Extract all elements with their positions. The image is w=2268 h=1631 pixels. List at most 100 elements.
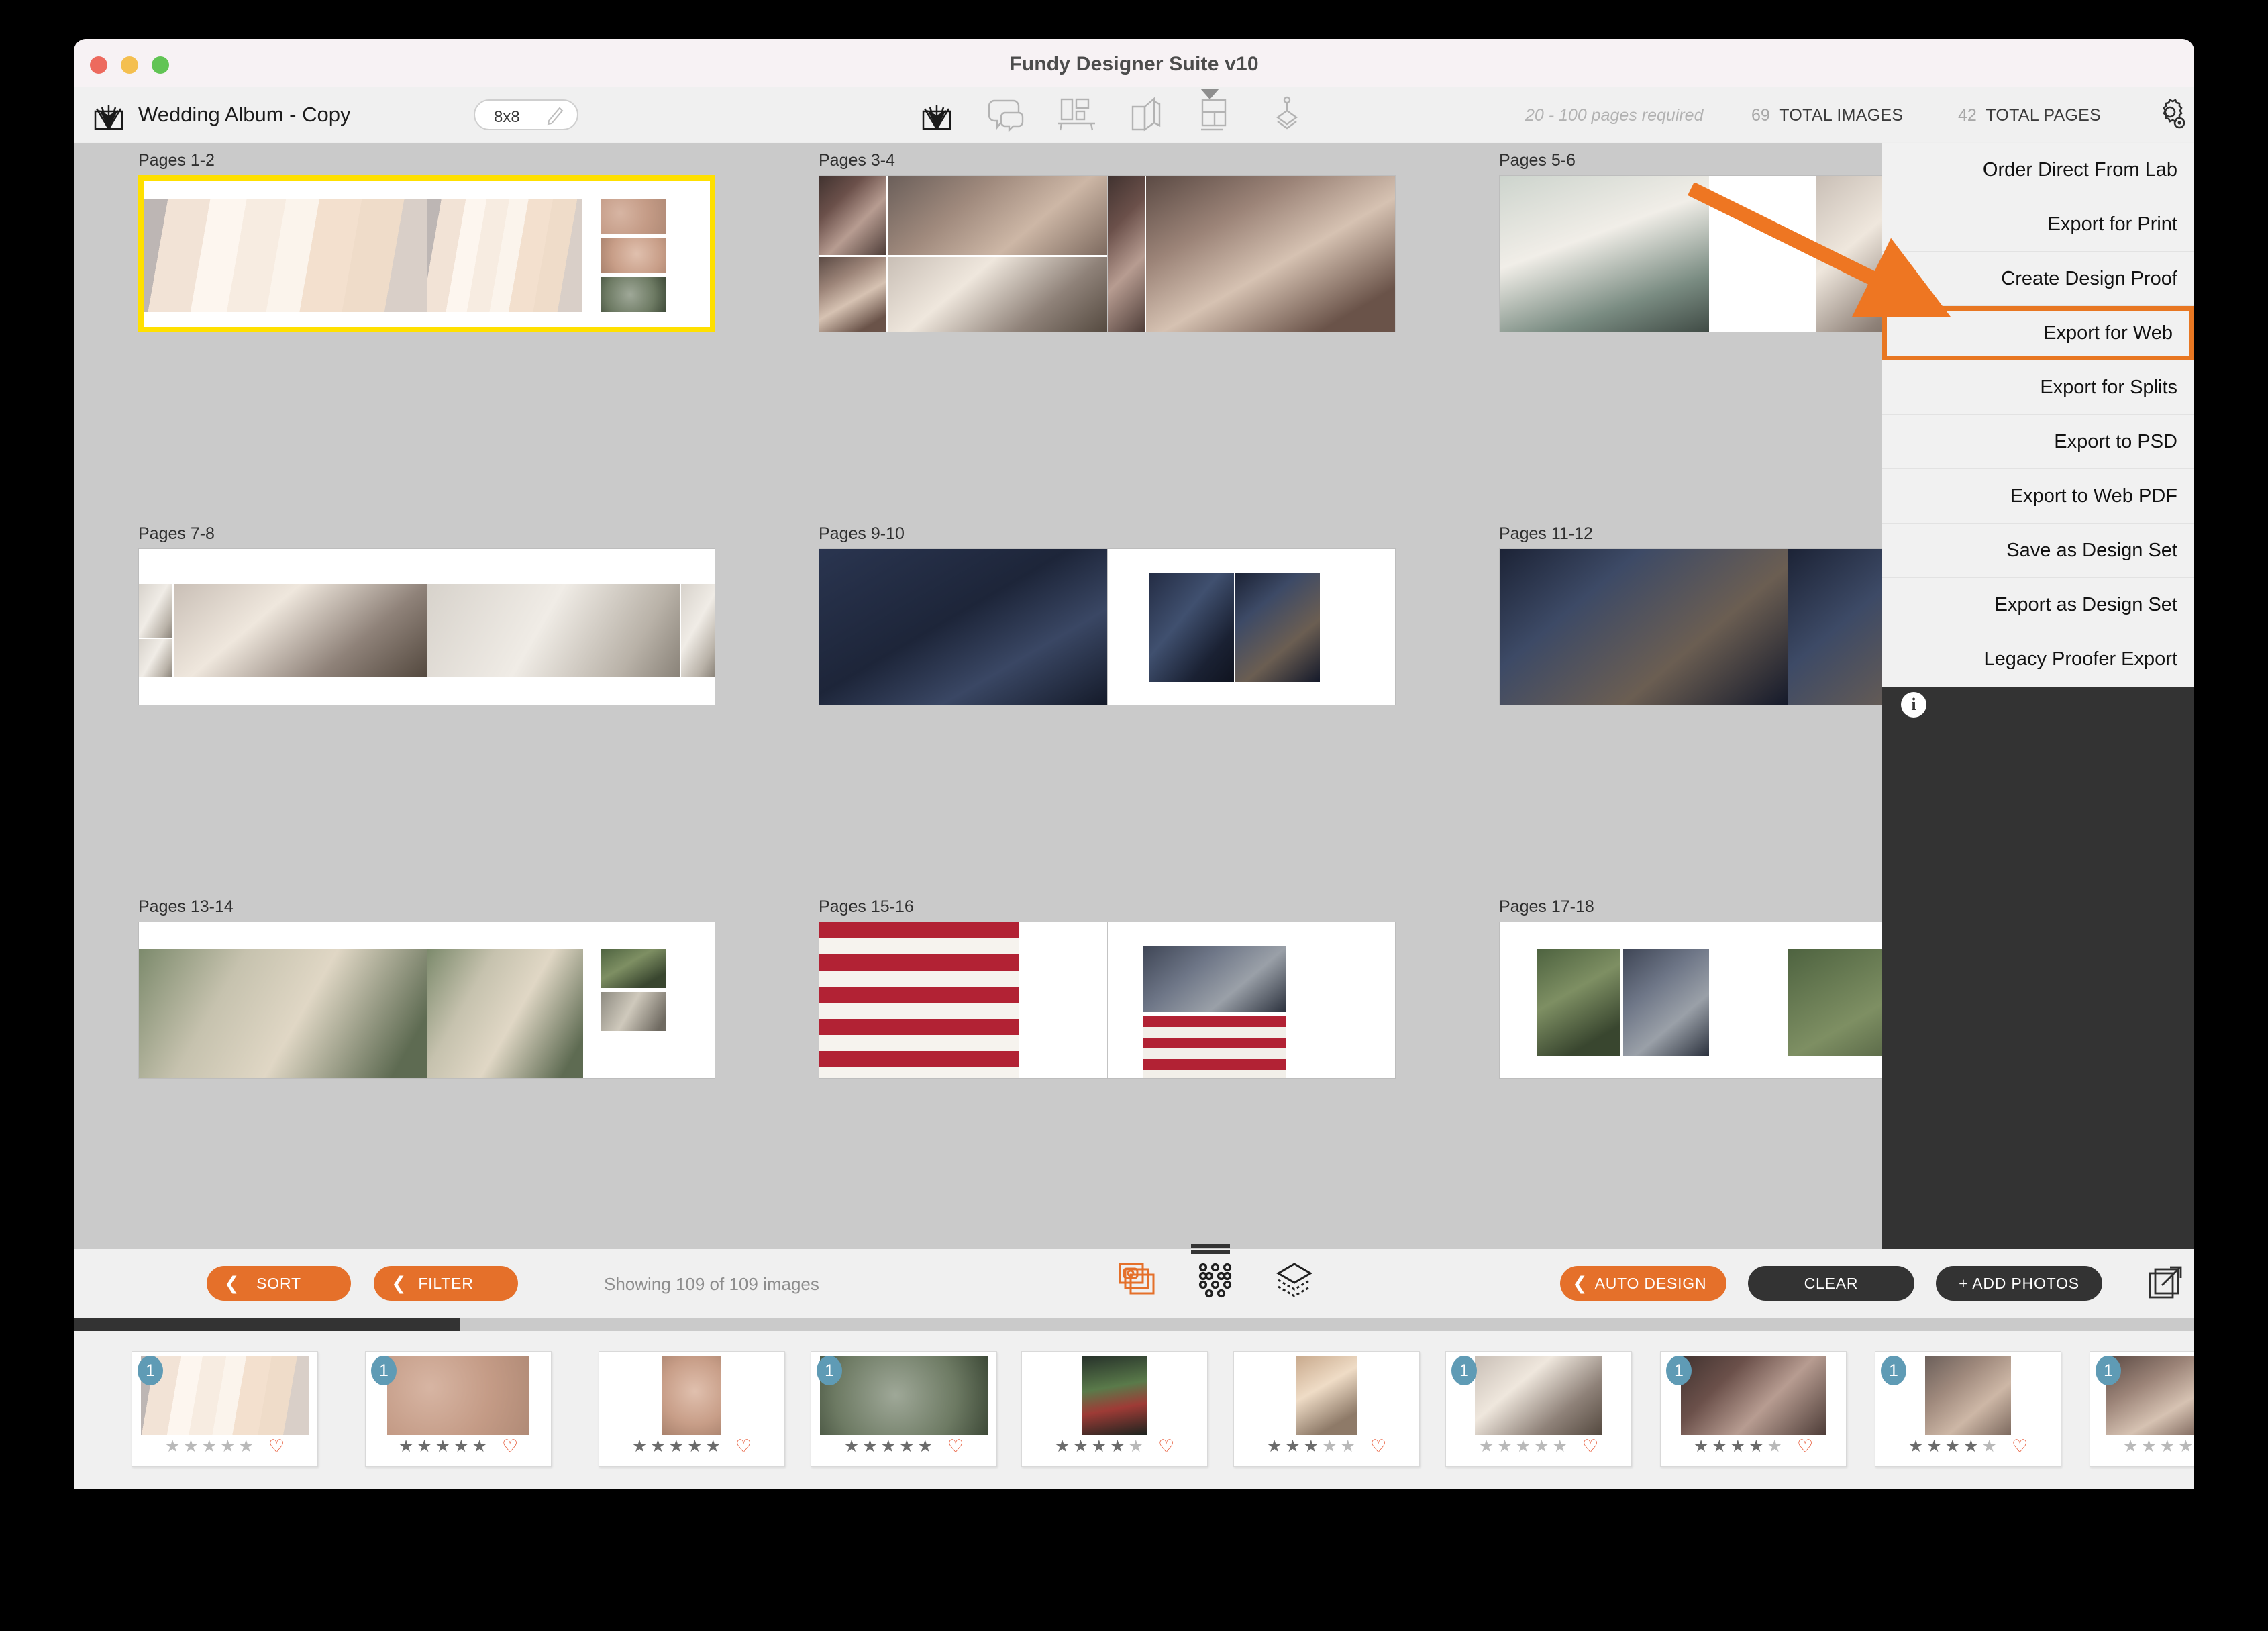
auto-design-button[interactable]: ❮ AUTO DESIGN — [1560, 1266, 1726, 1301]
favorite-heart-icon[interactable]: ♡ — [1582, 1438, 1598, 1456]
page-right[interactable] — [1107, 176, 1395, 332]
star-icon[interactable]: ★ — [650, 1438, 665, 1455]
filmstrip-thumbnail[interactable]: 1 ★ ★ ★ ★ ★ ♡ — [1445, 1351, 1632, 1467]
spread-body[interactable] — [138, 175, 715, 332]
star-icon[interactable]: ★ — [844, 1438, 859, 1455]
thumbnail-image[interactable] — [1082, 1356, 1147, 1435]
photo-cell[interactable] — [139, 949, 427, 1078]
page-left[interactable] — [1500, 549, 1788, 705]
star-rating[interactable]: ★ ★ ★ ★ ★ — [844, 1438, 933, 1455]
favorite-heart-icon[interactable]: ♡ — [1158, 1438, 1174, 1456]
photo-cell[interactable] — [144, 199, 427, 312]
photo-stack-icon[interactable] — [1117, 1261, 1155, 1299]
thumbnail-image[interactable] — [387, 1356, 529, 1435]
scrollbar-thumb[interactable] — [74, 1318, 460, 1331]
star-icon[interactable]: ★ — [417, 1438, 431, 1455]
thumbnail-image[interactable] — [141, 1356, 309, 1435]
wall-art-tool-button[interactable] — [1055, 94, 1097, 136]
spread-pages-7-8[interactable]: Pages 7-8 — [138, 524, 715, 705]
star-icon[interactable]: ★ — [918, 1438, 933, 1455]
thumbnail-image[interactable] — [662, 1356, 721, 1435]
photo-cell[interactable] — [1500, 176, 1709, 332]
photo-cell[interactable] — [601, 992, 666, 1031]
star-icon[interactable]: ★ — [220, 1438, 235, 1455]
menu-item-export-for-web[interactable]: Export for Web — [1882, 306, 2194, 360]
star-icon[interactable]: ★ — [1055, 1438, 1070, 1455]
thumbnail-image[interactable] — [820, 1356, 988, 1435]
layers-icon[interactable] — [1276, 1261, 1313, 1299]
star-icon[interactable]: ★ — [1749, 1438, 1763, 1455]
photo-cell[interactable] — [427, 199, 582, 312]
page-left[interactable] — [139, 922, 427, 1078]
star-icon[interactable]: ★ — [1712, 1438, 1726, 1455]
photo-filmstrip[interactable]: 1 ★ ★ ★ ★ ★ ♡ 1 ★ ★ ★ ★ ★ ♡ ★ ★ ★ ★ ★ ♡ … — [74, 1331, 2194, 1489]
favorite-heart-icon[interactable]: ♡ — [502, 1438, 518, 1456]
page-left[interactable] — [819, 922, 1107, 1078]
filter-button[interactable]: ❮ FILTER — [374, 1266, 518, 1301]
page-left[interactable] — [1500, 922, 1788, 1078]
star-icon[interactable]: ★ — [1110, 1438, 1125, 1455]
menu-item-export-to-psd[interactable]: Export to PSD — [1882, 415, 2194, 469]
star-icon[interactable]: ★ — [2160, 1438, 2175, 1455]
spread-pages-13-14[interactable]: Pages 13-14 — [138, 897, 715, 1079]
photo-cell[interactable] — [888, 257, 1107, 332]
menu-item-export-to-web-pdf[interactable]: Export to Web PDF — [1882, 469, 2194, 524]
star-icon[interactable]: ★ — [706, 1438, 721, 1455]
photo-cell[interactable] — [819, 549, 1107, 705]
menu-item-save-as-design-set[interactable]: Save as Design Set — [1882, 524, 2194, 578]
star-rating[interactable]: ★ ★ ★ ★ ★ — [1055, 1438, 1143, 1455]
star-rating[interactable]: ★ ★ ★ ★ ★ — [1908, 1438, 1997, 1455]
photo-cell[interactable] — [681, 584, 715, 677]
photo-cell[interactable] — [601, 238, 666, 273]
star-rating[interactable]: ★ ★ ★ ★ ★ — [2123, 1438, 2194, 1455]
star-icon[interactable]: ★ — [687, 1438, 702, 1455]
star-icon[interactable]: ★ — [1073, 1438, 1088, 1455]
photo-cell[interactable] — [427, 584, 680, 677]
star-icon[interactable]: ★ — [1285, 1438, 1300, 1455]
favorite-heart-icon[interactable]: ♡ — [2012, 1438, 2028, 1456]
menu-item-legacy-proofer-export[interactable]: Legacy Proofer Export — [1882, 632, 2194, 687]
star-icon[interactable]: ★ — [1304, 1438, 1319, 1455]
star-icon[interactable]: ★ — [239, 1438, 254, 1455]
spread-body[interactable] — [138, 548, 715, 705]
photo-cell[interactable] — [139, 584, 172, 638]
press-tool-button[interactable] — [1265, 94, 1306, 136]
export-dropdown-menu[interactable]: Order Direct From Lab Export for Print C… — [1882, 143, 2194, 687]
dots-grid-icon[interactable] — [1196, 1261, 1234, 1299]
clear-button[interactable]: CLEAR — [1748, 1266, 1914, 1301]
spread-pages-15-16[interactable]: Pages 15-16 — [819, 897, 1396, 1079]
photo-cell[interactable] — [1146, 176, 1395, 332]
star-icon[interactable]: ★ — [472, 1438, 487, 1455]
star-icon[interactable]: ★ — [1963, 1438, 1978, 1455]
thumbnail-image[interactable] — [1296, 1356, 1357, 1435]
photo-cell[interactable] — [888, 176, 1107, 255]
photo-cell[interactable] — [819, 257, 886, 332]
photo-cell[interactable] — [819, 176, 886, 255]
thumbnail-image[interactable] — [1475, 1356, 1602, 1435]
photo-cell[interactable] — [1108, 176, 1145, 332]
star-icon[interactable]: ★ — [881, 1438, 896, 1455]
photo-cell[interactable] — [601, 277, 666, 312]
page-left[interactable] — [819, 176, 1107, 332]
star-icon[interactable]: ★ — [1731, 1438, 1745, 1455]
star-icon[interactable]: ★ — [2141, 1438, 2156, 1455]
star-icon[interactable]: ★ — [669, 1438, 684, 1455]
photo-cell[interactable] — [1500, 549, 1788, 705]
page-left[interactable] — [1500, 176, 1788, 332]
photo-cell[interactable] — [174, 584, 427, 677]
panel-drag-handle[interactable] — [1191, 1244, 1230, 1254]
filmstrip-thumbnail[interactable]: 1 ★ ★ ★ ★ ★ ♡ — [1875, 1351, 2061, 1467]
menu-item-create-design-proof[interactable]: Create Design Proof — [1882, 252, 2194, 306]
star-icon[interactable]: ★ — [1497, 1438, 1512, 1455]
photo-cell[interactable] — [601, 949, 666, 988]
favorite-heart-icon[interactable]: ♡ — [268, 1438, 285, 1456]
photo-cell[interactable] — [1235, 573, 1320, 682]
star-icon[interactable]: ★ — [1322, 1438, 1337, 1455]
menu-item-order-direct-from-lab[interactable]: Order Direct From Lab — [1882, 143, 2194, 197]
favorite-heart-icon[interactable]: ♡ — [947, 1438, 964, 1456]
photo-cell[interactable] — [1143, 1016, 1286, 1078]
filmstrip-thumbnail[interactable]: 1 ★ ★ ★ ★ ★ ♡ — [132, 1351, 318, 1467]
star-icon[interactable]: ★ — [1516, 1438, 1531, 1455]
star-rating[interactable]: ★ ★ ★ ★ ★ — [1694, 1438, 1782, 1455]
star-icon[interactable]: ★ — [183, 1438, 198, 1455]
